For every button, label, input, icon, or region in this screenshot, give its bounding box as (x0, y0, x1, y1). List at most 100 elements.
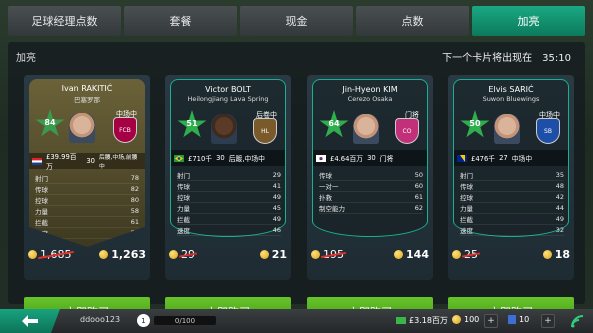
back-button[interactable] (0, 309, 60, 333)
next-card-timer: 下一个卡片将出现在 35:10 (442, 49, 571, 64)
player-photo (353, 114, 379, 144)
tab-bundles[interactable]: 套餐 (124, 6, 237, 36)
player-stats: 射门 29 传球 41 控球 49 力量 45 拦截 49 速度 46 (177, 170, 281, 236)
bottom-bar: ddooo123 1 0/100 £3.18百万 100 + 10 + (0, 309, 593, 333)
player-photo (211, 114, 237, 144)
player-value: £476千 (471, 155, 496, 163)
stat-row: 传球 50 (319, 171, 423, 181)
stat-row: 力量 58 (35, 207, 139, 217)
player-card[interactable]: Elvis SARIĆ Suwon Bluewings 50 中场中 SB £4… (448, 75, 574, 280)
player-stats: 传球 50 一对一 60 扑救 61 制空能力 62 (319, 170, 423, 214)
player-offer-4: Elvis SARIĆ Suwon Bluewings 50 中场中 SB £4… (448, 75, 574, 327)
connection-icon (571, 315, 584, 328)
player-info-strip: £4.64百万 30 门将 (313, 150, 427, 166)
player-roles: 中场中 (511, 155, 533, 163)
coin-balance: 100 (452, 315, 479, 324)
gem-icon (508, 315, 516, 324)
stat-row: 控球 80 (35, 196, 139, 206)
stat-row: 传球 48 (460, 182, 564, 192)
price-row: 195 144 (311, 247, 429, 261)
coin-icon (99, 250, 109, 259)
player-club: 巴塞罗那 (74, 96, 100, 104)
player-card[interactable]: Jin-Hyeon KIM Cerezo Osaka 64 门将 CO £4.6… (307, 75, 433, 280)
player-name: Ivan RAKITIĆ (61, 84, 113, 93)
player-age: 27 (499, 154, 508, 162)
stat-row: 速度 57 (35, 229, 139, 239)
player-value: £710千 (188, 155, 213, 163)
cash-icon (396, 317, 406, 324)
coin-icon (542, 250, 552, 259)
korea-flag-icon (316, 154, 326, 162)
add-coins-button[interactable]: + (484, 314, 498, 328)
stat-row: 速度 32 (460, 226, 564, 236)
player-card[interactable]: Victor BOLT Heilongjiang Lava Spring 51 … (165, 75, 291, 280)
username: ddooo123 (80, 315, 121, 324)
player-age: 30 (367, 154, 376, 162)
player-roles: 后踱,中场中 (228, 155, 265, 163)
back-arrow-icon (22, 315, 38, 327)
player-info-strip: £39.99百万 30 后腰,中场,前腰中 (29, 153, 145, 171)
new-price: 1,263 (99, 248, 146, 261)
card-face: Ivan RAKITIĆ 巴塞罗那 84 中场中 FCB £39.99百万 30… (29, 79, 145, 247)
club-crest-icon: SB (536, 118, 560, 144)
stat-row: 射门 29 (177, 171, 281, 181)
club-crest-icon: CO (395, 118, 419, 144)
timer-label: 下一个卡片将出现在 (442, 53, 533, 64)
bosnia-flag-icon (457, 154, 467, 162)
coin-icon (452, 315, 461, 324)
player-age: 30 (86, 157, 95, 165)
stat-row: 拦截 49 (460, 215, 564, 225)
old-price: 25 (452, 248, 478, 261)
xp-progress: 0/100 (154, 316, 216, 325)
old-price: 195 (311, 248, 344, 261)
cash-balance: £3.18百万 (396, 315, 448, 326)
stat-row: 控球 49 (177, 193, 281, 203)
coin-icon (169, 250, 178, 259)
panel-title: 加亮 (16, 53, 36, 64)
player-offer-3: Jin-Hyeon KIM Cerezo Osaka 64 门将 CO £4.6… (307, 75, 433, 327)
top-tabs: 足球经理点数 套餐 现金 点数 加亮 (8, 6, 585, 36)
player-card[interactable]: Ivan RAKITIĆ 巴塞罗那 84 中场中 FCB £39.99百万 30… (24, 75, 150, 280)
player-rating: 84 (44, 118, 56, 127)
price-row: 1,685 1,263 (28, 247, 146, 261)
stat-row: 一对一 60 (319, 182, 423, 192)
club-crest-icon: HL (253, 118, 277, 144)
coin-icon (311, 250, 320, 259)
gem-balance: 10 (508, 315, 529, 324)
player-club: Heilongjiang Lava Spring (187, 95, 269, 103)
player-roles: 后腰,中场,前腰中 (98, 155, 138, 170)
player-rating: 51 (186, 119, 198, 128)
player-club: Cerezo Osaka (347, 95, 393, 103)
tab-highlight[interactable]: 加亮 (472, 6, 585, 36)
stat-row: 控球 42 (460, 193, 564, 203)
add-gems-button[interactable]: + (541, 314, 555, 328)
player-info-strip: £710千 30 后踱,中场中 (171, 150, 285, 166)
coin-icon (259, 250, 269, 259)
level-badge: 1 (137, 314, 150, 327)
stat-row: 速度 46 (177, 226, 281, 236)
stat-row: 制空能力 62 (319, 204, 423, 214)
croatia-flag-icon (32, 157, 42, 165)
tab-fm-points[interactable]: 足球经理点数 (8, 6, 121, 36)
player-offer-2: Victor BOLT Heilongjiang Lava Spring 51 … (165, 75, 291, 327)
club-crest-icon: FCB (113, 117, 137, 143)
player-stats: 射门 78 传球 82 控球 80 力量 58 拦截 61 速度 57 (35, 173, 139, 239)
coin-icon (394, 250, 404, 259)
timer-value: 35:10 (542, 53, 571, 64)
card-face: Victor BOLT Heilongjiang Lava Spring 51 … (170, 79, 286, 237)
stat-row: 拦截 61 (35, 218, 139, 228)
player-club: Suwon Bluewings (482, 95, 540, 103)
player-rating: 64 (328, 119, 340, 128)
new-price: 21 (259, 248, 287, 261)
player-name: Elvis SARIĆ (488, 85, 534, 94)
tab-points[interactable]: 点数 (356, 6, 469, 36)
brazil-flag-icon (174, 154, 184, 162)
stat-row: 传球 82 (35, 185, 139, 195)
player-photo (494, 114, 520, 144)
player-offer-1: Ivan RAKITIĆ 巴塞罗那 84 中场中 FCB £39.99百万 30… (24, 75, 150, 327)
stat-row: 传球 41 (177, 182, 281, 192)
player-age: 30 (216, 154, 225, 162)
stat-row: 力量 44 (460, 204, 564, 214)
coin-icon (28, 250, 37, 259)
tab-cash[interactable]: 现金 (240, 6, 353, 36)
